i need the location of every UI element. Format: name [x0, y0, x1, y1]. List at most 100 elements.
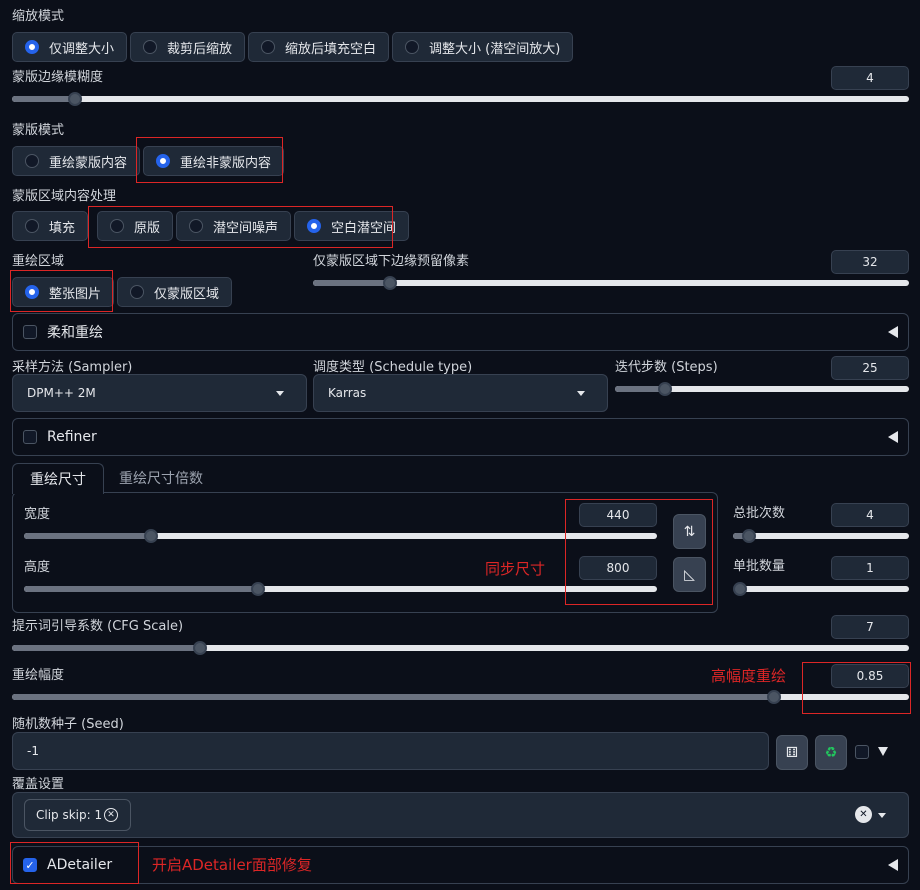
- triangle-left-icon[interactable]: [888, 431, 898, 443]
- slider-fill: [24, 586, 259, 592]
- radio-dot: [25, 40, 39, 54]
- adetailer-accordion[interactable]: ✓ ADetailer: [12, 846, 909, 884]
- override-label: 覆盖设置: [12, 777, 65, 792]
- chevron-down-icon[interactable]: [878, 747, 888, 756]
- slider-thumb[interactable]: [383, 276, 398, 290]
- seed-value: -1: [27, 744, 39, 758]
- highlight-adetailer: [10, 842, 139, 884]
- resize-option-resize-only[interactable]: 仅调整大小: [12, 32, 128, 62]
- slider-fill: [12, 96, 75, 102]
- seed-input[interactable]: -1: [12, 732, 769, 770]
- cfg-scale-slider[interactable]: [12, 641, 909, 655]
- radio-dot: [405, 40, 420, 54]
- resize-mode-group: 仅调整大小 裁剪后缩放 缩放后填充空白 调整大小 (潜空间放大): [12, 32, 574, 62]
- dice-icon: ⚅: [785, 744, 799, 761]
- radio-dot: [25, 154, 39, 168]
- tab-resize-to[interactable]: 重绘尺寸: [12, 463, 104, 494]
- steps-input[interactable]: 25: [831, 356, 909, 380]
- slider-fill: [313, 280, 391, 286]
- batch-count-input[interactable]: 4: [831, 503, 909, 527]
- batch-count-label: 总批次数: [733, 506, 786, 521]
- masked-content-label: 蒙版区域内容处理: [12, 189, 117, 204]
- radio-dot: [25, 219, 39, 233]
- slider-fill: [12, 645, 201, 651]
- extra-seed-checkbox[interactable]: [855, 745, 869, 759]
- highlight-masked-content: [88, 206, 393, 248]
- override-chip-label: Clip skip: 1: [36, 808, 103, 822]
- highlight-denoise: [802, 662, 911, 714]
- denoise-slider[interactable]: [12, 690, 909, 704]
- schedule-label: 调度类型 (Schedule type): [313, 360, 473, 375]
- resize-mode-label: 缩放模式: [12, 9, 65, 24]
- recycle-icon: ♻: [824, 744, 838, 761]
- slider-fill: [12, 694, 775, 700]
- height-slider[interactable]: [24, 582, 657, 596]
- width-slider[interactable]: [24, 529, 657, 543]
- annotation-adetailer: 开启ADetailer面部修复: [152, 856, 312, 874]
- sampler-dropdown[interactable]: DPM++ 2M: [12, 374, 307, 412]
- chevron-down-icon[interactable]: [878, 813, 886, 818]
- resize-option-fill[interactable]: 缩放后填充空白: [248, 32, 390, 62]
- slider-fill: [24, 533, 151, 539]
- batch-size-input[interactable]: 1: [831, 556, 909, 580]
- slider-thumb[interactable]: [193, 641, 208, 655]
- cfg-scale-input[interactable]: 7: [831, 615, 909, 639]
- radio-dot: [130, 285, 145, 299]
- masked-content-fill[interactable]: 填充: [12, 211, 89, 241]
- inpaint-area-label: 重绘区域: [12, 254, 65, 269]
- highlight-inpaint-area: [10, 270, 113, 312]
- mask-mode-inpaint-masked[interactable]: 重绘蒙版内容: [12, 146, 141, 176]
- resize-option-crop[interactable]: 裁剪后缩放: [130, 32, 246, 62]
- seed-label: 随机数种子 (Seed): [12, 717, 124, 732]
- height-label: 高度: [24, 560, 51, 575]
- mask-blur-label: 蒙版边缘模糊度: [12, 70, 104, 85]
- highlight-mask-mode: [136, 137, 283, 183]
- schedule-value: Karras: [328, 386, 367, 400]
- slider-thumb[interactable]: [767, 690, 782, 704]
- sampler-value: DPM++ 2M: [27, 386, 96, 400]
- triangle-left-icon[interactable]: [888, 859, 898, 871]
- annotation-high-denoise: 高幅度重绘: [711, 667, 787, 685]
- soft-inpaint-title: 柔和重绘: [47, 325, 103, 341]
- only-masked-padding-label: 仅蒙版区域下边缘预留像素: [313, 254, 470, 269]
- width-label: 宽度: [24, 507, 51, 522]
- radio-dot: [261, 40, 276, 54]
- batch-size-label: 单批数量: [733, 559, 786, 574]
- slider-thumb[interactable]: [143, 529, 158, 543]
- tab-resize-by[interactable]: 重绘尺寸倍数: [119, 463, 203, 493]
- schedule-dropdown[interactable]: Karras: [313, 374, 608, 412]
- mask-mode-label: 蒙版模式: [12, 123, 65, 138]
- soft-inpaint-accordion[interactable]: 柔和重绘: [12, 313, 909, 351]
- chevron-down-icon: [577, 391, 585, 396]
- slider-thumb[interactable]: [741, 529, 756, 543]
- mask-blur-slider[interactable]: [12, 92, 909, 106]
- batch-count-slider[interactable]: [733, 529, 909, 543]
- denoise-label: 重绘幅度: [12, 668, 65, 683]
- override-chip: Clip skip: 1 ✕: [24, 799, 131, 831]
- soft-inpaint-checkbox[interactable]: [23, 325, 37, 339]
- highlight-size: [565, 499, 713, 605]
- inpaint-area-only-masked[interactable]: 仅蒙版区域: [117, 277, 233, 307]
- annotation-sync-size: 同步尺寸: [485, 560, 546, 578]
- steps-slider[interactable]: [615, 382, 909, 396]
- slider-thumb[interactable]: [67, 92, 82, 106]
- cfg-scale-label: 提示词引导系数 (CFG Scale): [12, 619, 184, 634]
- refiner-title: Refiner: [47, 429, 97, 445]
- slider-thumb[interactable]: [657, 382, 672, 396]
- override-multiselect[interactable]: [12, 792, 909, 838]
- refiner-checkbox[interactable]: [23, 430, 37, 444]
- batch-size-slider[interactable]: [733, 582, 909, 596]
- only-masked-padding-slider[interactable]: [313, 276, 909, 290]
- reuse-seed-button[interactable]: ♻: [815, 735, 847, 770]
- close-icon[interactable]: ✕: [104, 808, 118, 822]
- slider-thumb[interactable]: [733, 582, 747, 596]
- resize-option-latent[interactable]: 调整大小 (潜空间放大): [392, 32, 574, 62]
- steps-label: 迭代步数 (Steps): [615, 360, 718, 375]
- radio-dot: [143, 40, 158, 54]
- mask-blur-input[interactable]: 4: [831, 66, 909, 90]
- refiner-accordion[interactable]: Refiner: [12, 418, 909, 456]
- triangle-left-icon[interactable]: [888, 326, 898, 338]
- random-seed-button[interactable]: ⚅: [776, 735, 808, 770]
- only-masked-padding-input[interactable]: 32: [831, 250, 909, 274]
- clear-override-button[interactable]: ✕: [855, 806, 872, 823]
